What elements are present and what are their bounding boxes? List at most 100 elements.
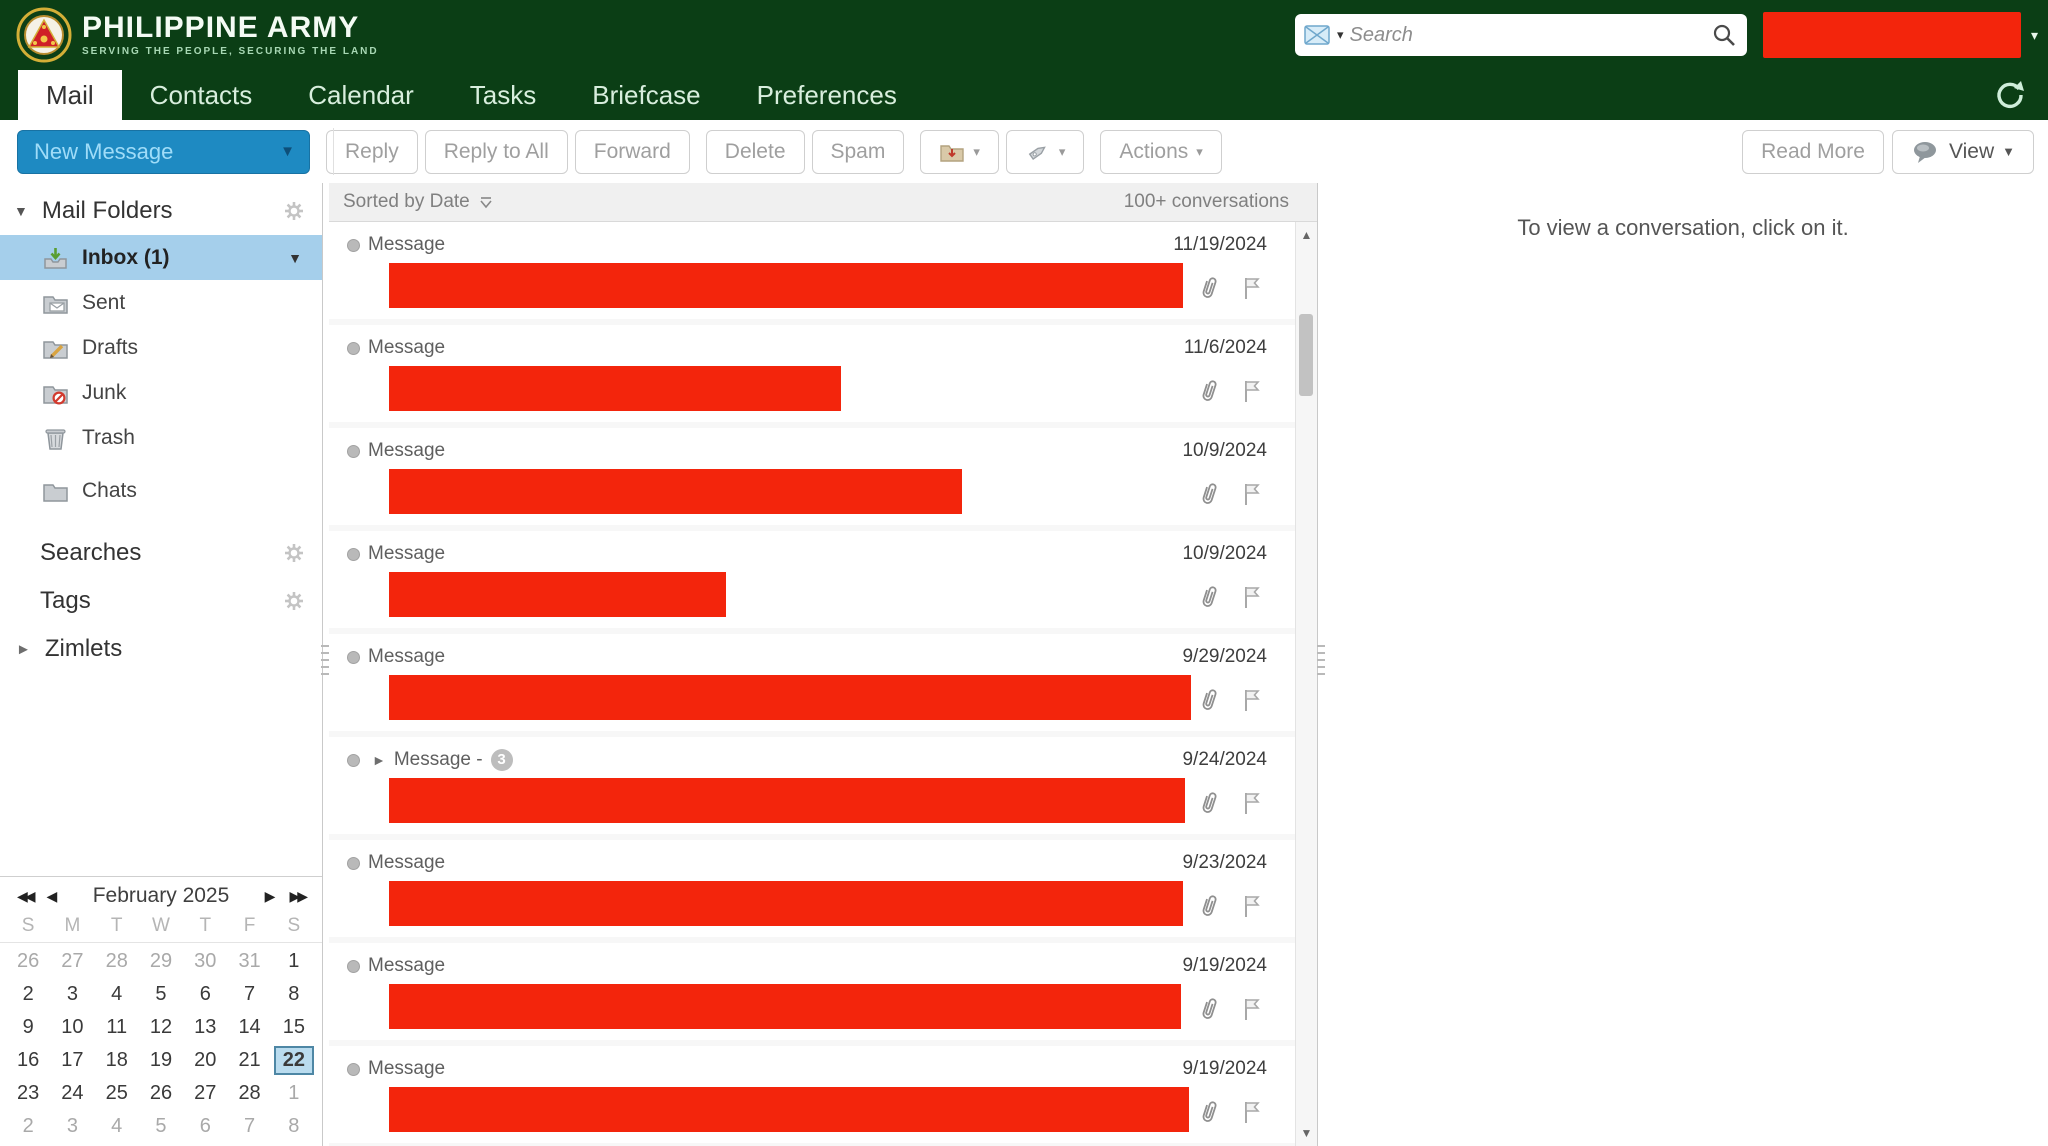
sidebar-item-sent[interactable]: Sent (0, 280, 322, 325)
calendar-day[interactable]: 18 (95, 1044, 139, 1077)
calendar-day[interactable]: 10 (50, 1011, 94, 1044)
calendar-day[interactable]: 20 (183, 1044, 227, 1077)
calendar-day[interactable]: 7 (227, 1110, 271, 1143)
new-message-button[interactable]: New Message ▼ (17, 130, 310, 174)
tab-tasks[interactable]: Tasks (442, 70, 564, 120)
tag-button[interactable]: ▾ (1006, 130, 1085, 174)
refresh-icon[interactable] (1994, 79, 2026, 111)
calendar-day[interactable]: 5 (139, 978, 183, 1011)
calendar-day[interactable]: 14 (227, 1011, 271, 1044)
sort-by-date[interactable]: Sorted by Date (343, 191, 494, 213)
read-status-dot-icon[interactable] (347, 857, 360, 870)
search-type-caret-icon[interactable]: ▾ (1337, 27, 1344, 43)
tab-briefcase[interactable]: Briefcase (564, 70, 728, 120)
conversation-row[interactable]: ► Message 9/19/2024 (329, 943, 1295, 1040)
tab-mail[interactable]: Mail (18, 70, 122, 120)
sidebar-item-drafts[interactable]: Drafts (0, 325, 322, 370)
sidebar-item-trash[interactable]: Trash (0, 415, 322, 460)
calendar-next-month-icon[interactable]: ▶ (258, 888, 283, 905)
read-more-button[interactable]: Read More (1742, 130, 1884, 174)
sidebar-item-tags[interactable]: Tags (0, 577, 322, 625)
calendar-day[interactable]: 13 (183, 1011, 227, 1044)
conversation-row[interactable]: ► Message 9/19/2024 (329, 1046, 1295, 1143)
zimlets-expand-icon[interactable]: ► (16, 641, 31, 658)
flag-icon[interactable] (1241, 481, 1263, 507)
view-button[interactable]: View ▼ (1892, 130, 2034, 174)
read-status-dot-icon[interactable] (347, 754, 360, 767)
conversation-row[interactable]: ► Message 9/23/2024 (329, 840, 1295, 937)
conversation-row[interactable]: ► Message 11/6/2024 (329, 325, 1295, 422)
search-input[interactable] (1350, 24, 1705, 47)
move-button[interactable]: ▾ (920, 130, 999, 174)
scrollbar-thumb[interactable] (1299, 314, 1313, 396)
calendar-prev-month-icon[interactable]: ◀ (40, 888, 65, 905)
calendar-day[interactable]: 17 (50, 1044, 94, 1077)
read-status-dot-icon[interactable] (347, 342, 360, 355)
calendar-day[interactable]: 21 (227, 1044, 271, 1077)
tab-preferences[interactable]: Preferences (729, 70, 925, 120)
spam-button[interactable]: Spam (812, 130, 905, 174)
calendar-day[interactable]: 31 (227, 945, 271, 978)
calendar-prev-year-icon[interactable]: ◀◀ (10, 888, 40, 905)
scroll-up-icon[interactable]: ▲ (1296, 228, 1317, 242)
tag-caret-icon[interactable]: ▾ (1059, 144, 1066, 160)
list-resize-grip[interactable] (1317, 645, 1325, 675)
tags-gear-icon[interactable] (282, 589, 306, 613)
actions-button[interactable]: Actions ▾ (1100, 130, 1221, 174)
calendar-day[interactable]: 25 (95, 1077, 139, 1110)
tab-contacts[interactable]: Contacts (122, 70, 281, 120)
new-message-caret-icon[interactable]: ▼ (280, 143, 295, 160)
calendar-day[interactable]: 2 (6, 978, 50, 1011)
calendar-next-year-icon[interactable]: ▶▶ (282, 888, 312, 905)
move-caret-icon[interactable]: ▾ (973, 144, 980, 160)
calendar-day[interactable]: 24 (50, 1077, 94, 1110)
delete-button[interactable]: Delete (706, 130, 805, 174)
read-status-dot-icon[interactable] (347, 651, 360, 664)
read-status-dot-icon[interactable] (347, 548, 360, 561)
flag-icon[interactable] (1241, 275, 1263, 301)
inbox-caret-icon[interactable]: ▼ (288, 250, 302, 266)
calendar-day[interactable]: 8 (272, 978, 316, 1011)
conversation-row[interactable]: ► Message 10/9/2024 (329, 531, 1295, 628)
flag-icon[interactable] (1241, 790, 1263, 816)
forward-button[interactable]: Forward (575, 130, 690, 174)
calendar-day[interactable]: 16 (6, 1044, 50, 1077)
reply-to-all-button[interactable]: Reply to All (425, 130, 568, 174)
calendar-day[interactable]: 15 (272, 1011, 316, 1044)
calendar-day[interactable]: 3 (50, 1110, 94, 1143)
calendar-day[interactable]: 2 (6, 1110, 50, 1143)
search-icon[interactable] (1711, 22, 1737, 48)
conversation-row[interactable]: ► Message 10/9/2024 (329, 428, 1295, 525)
sidebar-resize-grip[interactable] (321, 645, 329, 675)
sidebar-item-junk[interactable]: Junk (0, 370, 322, 415)
calendar-day[interactable]: 30 (183, 945, 227, 978)
flag-icon[interactable] (1241, 584, 1263, 610)
conversation-row[interactable]: ► Message 11/19/2024 (329, 222, 1295, 319)
calendar-day[interactable]: 29 (139, 945, 183, 978)
calendar-day[interactable]: 19 (139, 1044, 183, 1077)
calendar-day[interactable]: 6 (183, 1110, 227, 1143)
folders-gear-icon[interactable] (282, 199, 306, 223)
read-status-dot-icon[interactable] (347, 960, 360, 973)
expand-conversation-icon[interactable]: ► (372, 752, 386, 768)
calendar-day[interactable]: 28 (227, 1077, 271, 1110)
flag-icon[interactable] (1241, 996, 1263, 1022)
sidebar-item-inbox[interactable]: Inbox (1) ▼ (0, 235, 322, 280)
calendar-day[interactable]: 1 (272, 1077, 316, 1110)
sidebar-item-chats[interactable]: Chats (0, 468, 322, 513)
read-status-dot-icon[interactable] (347, 239, 360, 252)
calendar-day[interactable]: 27 (183, 1077, 227, 1110)
calendar-day[interactable]: 26 (139, 1077, 183, 1110)
conversation-row[interactable]: ► Message 9/29/2024 (329, 634, 1295, 731)
calendar-day[interactable]: 11 (95, 1011, 139, 1044)
scroll-down-icon[interactable]: ▼ (1296, 1126, 1317, 1140)
calendar-day[interactable]: 6 (183, 978, 227, 1011)
calendar-day[interactable]: 28 (95, 945, 139, 978)
calendar-day[interactable]: 1 (272, 945, 316, 978)
sidebar-item-zimlets[interactable]: ► Zimlets (0, 625, 322, 673)
sidebar-item-searches[interactable]: Searches (0, 529, 322, 577)
calendar-selected-day[interactable]: 22 (272, 1044, 316, 1077)
reply-button[interactable]: Reply (326, 130, 418, 174)
list-scrollbar[interactable]: ▲ ▼ (1295, 222, 1317, 1146)
mail-folders-header[interactable]: ▼ Mail Folders (0, 183, 322, 235)
